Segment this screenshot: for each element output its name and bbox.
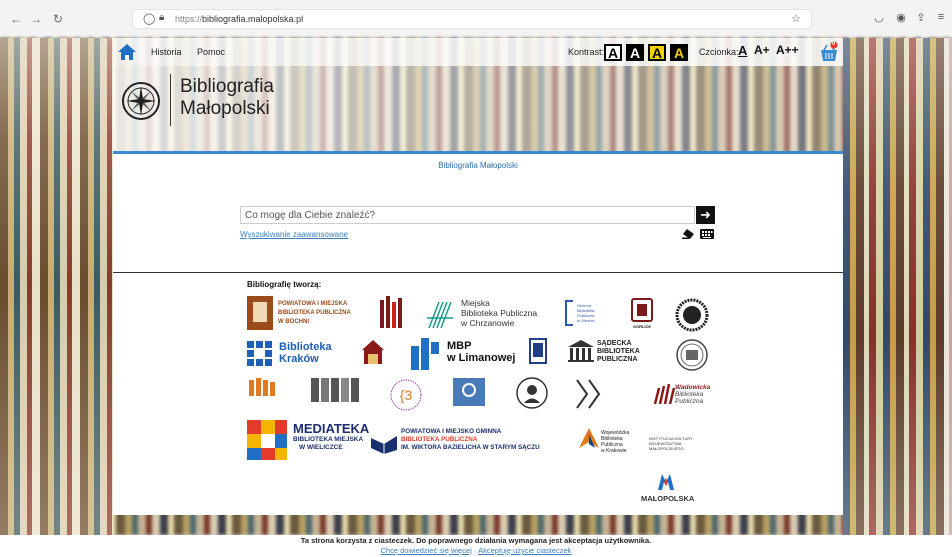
cart-count-badge: 0 xyxy=(832,41,836,47)
partner-logo-blue-emblem[interactable] xyxy=(529,338,547,366)
partner-logo-malopolska[interactable]: MAŁOPOLSKA xyxy=(641,472,694,506)
partner-logo-books-red[interactable] xyxy=(378,296,404,332)
search-input[interactable] xyxy=(241,207,694,223)
partner-logo-wadowice[interactable]: Wadowicka Biblioteka Publiczna xyxy=(651,380,710,414)
cookie-accept-link[interactable]: Akceptuję użycie ciasteczek xyxy=(478,546,571,555)
columns-icon xyxy=(568,340,594,362)
keyboard-icon[interactable] xyxy=(700,229,714,239)
panel-divider xyxy=(113,272,843,273)
seal-icon xyxy=(676,339,708,371)
partner-logo-gorlice[interactable]: GORLICE xyxy=(631,298,653,332)
account-icon[interactable]: ◉ xyxy=(894,11,908,24)
orange-books-icon xyxy=(249,378,275,396)
menu-historia[interactable]: Historia xyxy=(151,47,182,57)
site-hero: Bibliografia Małopolski xyxy=(113,66,843,151)
partner-instytucja-kultury: INSTYTUCJA KULTURY WOJEWÓDZTWA MAŁOPOLSKIE… xyxy=(649,436,693,451)
font-size-xlarge-button[interactable]: A++ xyxy=(776,43,799,57)
cookie-links: Chcę dowiedzieć się więcej · Akceptuję u… xyxy=(0,546,952,555)
partner-logo-orange-books[interactable] xyxy=(247,378,277,412)
arrows-icon xyxy=(576,379,601,409)
partners-heading: Bibliografię tworzą: xyxy=(247,280,322,289)
chrzanow-lines-icon xyxy=(427,301,453,329)
main-panel: Bibliografia Małopolski ➜ Wyszukiwanie z… xyxy=(113,151,843,515)
partner-logo-bochnia[interactable]: POWIATOWA I MIEJSKA BIBLIOTEKA PUBLICZNA W… xyxy=(247,296,362,332)
menu-pomoc[interactable]: Pomoc xyxy=(197,47,225,57)
wadowice-stripes-icon xyxy=(653,384,675,404)
partner-logo-round-seal-2[interactable] xyxy=(675,338,709,372)
site-topbar: Historia Pomoc Kontrast: A A A A Czcionk… xyxy=(113,38,843,66)
wbp-logo-icon xyxy=(579,428,599,448)
partner-logo-colorful-circle[interactable]: {3 xyxy=(389,378,423,412)
cart-button[interactable]: 0 xyxy=(819,41,839,63)
partner-logo-arrows[interactable] xyxy=(575,378,623,412)
building-icon xyxy=(362,340,384,364)
partner-logo-sadecka[interactable]: SĄDECKA BIBLIOTEKA PUBLICZNA xyxy=(567,338,657,370)
partner-logo-gray-bars[interactable] xyxy=(311,378,359,412)
logo-separator xyxy=(170,74,171,126)
krakow-grid-icon xyxy=(247,341,272,366)
compass-logo-icon[interactable] xyxy=(121,81,161,121)
bookshelf-left xyxy=(0,38,113,535)
partner-logo-limanowa[interactable]: MBP w Limanowej xyxy=(411,338,521,372)
partner-logo-olesno[interactable]: Gminna Biblioteka Publiczna w Olesnie xyxy=(565,300,610,330)
shield-icon[interactable]: ◯ xyxy=(143,12,155,25)
partner-logo-chrzanow[interactable]: Miejska Biblioteka Publiczna w Chrzanowie xyxy=(425,296,545,332)
eraser-icon[interactable] xyxy=(682,229,694,239)
malopolska-m-icon xyxy=(658,474,674,490)
arrow-right-icon: ➜ xyxy=(700,207,711,222)
limanowa-icon xyxy=(411,338,439,370)
address-bar[interactable]: ◯ 🔒︎ https://bibliografia.malopolska.pl … xyxy=(132,9,812,29)
reload-icon[interactable]: ↻ xyxy=(50,11,66,27)
lock-icon[interactable]: 🔒︎ xyxy=(159,12,164,23)
bookshelf-right xyxy=(843,38,952,535)
search-box[interactable] xyxy=(240,206,695,224)
colorful-circle-icon: {3 xyxy=(390,379,422,411)
contrast-yellow-on-black-button[interactable]: A xyxy=(670,44,688,61)
partner-logo-biblioteka-krakow[interactable]: Biblioteka Kraków xyxy=(247,338,347,370)
pocket-icon[interactable]: ◡ xyxy=(872,11,886,24)
page-scrollbar[interactable] xyxy=(944,38,952,535)
open-book-icon xyxy=(371,436,397,454)
partner-logo-stary-sacz[interactable]: POWIATOWA I MIEJSKO GMINNA BIBLIOTEKA PU… xyxy=(369,426,569,460)
svg-text:{3: {3 xyxy=(400,387,413,403)
cookie-message: Ta strona korzysta z ciasteczek. Do popr… xyxy=(300,536,652,545)
contrast-label: Kontrast: xyxy=(568,47,605,57)
partner-logo-blue-square[interactable] xyxy=(453,378,485,408)
cookie-bar: Ta strona korzysta z ciasteczek. Do popr… xyxy=(0,535,952,557)
menu-icon[interactable]: ≡ xyxy=(934,11,948,23)
site-logo-text[interactable]: Bibliografia Małopolski xyxy=(180,76,274,120)
seal-icon xyxy=(675,298,709,332)
page-title: Bibliografia Małopolski xyxy=(438,161,518,170)
partner-logo-round-seal[interactable] xyxy=(675,298,709,332)
advanced-search-link[interactable]: Wyszukiwanie zaawansowane xyxy=(240,230,348,239)
cookie-separator: · xyxy=(473,546,477,555)
contrast-black-on-yellow-button[interactable]: A xyxy=(648,44,666,61)
extensions-icon[interactable]: ⇪ xyxy=(914,11,928,24)
basket-icon xyxy=(821,41,838,61)
contrast-white-on-black-button[interactable]: A xyxy=(626,44,644,61)
url-text[interactable]: https://bibliografia.malopolska.pl xyxy=(175,14,303,24)
font-size-label: Czcionka: xyxy=(699,47,739,57)
bookmark-star-icon[interactable]: ☆ xyxy=(791,12,801,25)
search-submit-button[interactable]: ➜ xyxy=(696,206,715,224)
mediateka-blocks-icon xyxy=(247,420,287,460)
portrait-icon xyxy=(516,377,548,409)
font-size-large-button[interactable]: A+ xyxy=(754,43,770,57)
partner-logo-wojewodzka[interactable]: Wojewódzka Biblioteka Publiczna w Krakowie xyxy=(579,428,639,462)
partner-logo-portrait-seal[interactable] xyxy=(515,376,549,410)
back-icon[interactable]: ← xyxy=(8,11,24,27)
partner-logo-building-red[interactable] xyxy=(360,338,386,370)
browser-toolbar: ← → ↻ ◯ 🔒︎ https://bibliografia.malopols… xyxy=(0,0,952,38)
font-size-normal-button[interactable]: A xyxy=(738,43,747,58)
home-icon[interactable] xyxy=(117,42,137,62)
contrast-default-button[interactable]: A xyxy=(604,44,622,61)
partner-logo-mediateka[interactable]: MEDIATEKA BIBLIOTEKA MIEJSKA W WIELICZCE xyxy=(247,420,369,462)
forward-icon[interactable]: → xyxy=(28,11,44,27)
cookie-learn-more-link[interactable]: Chcę dowiedzieć się więcej xyxy=(381,546,472,555)
